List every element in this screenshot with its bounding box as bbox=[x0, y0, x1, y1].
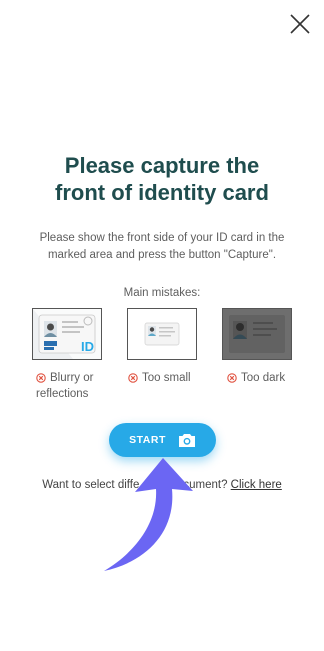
mistake-label-line-2: reflections bbox=[36, 388, 89, 400]
too-small-example-image bbox=[127, 308, 197, 360]
too-dark-example-image bbox=[222, 308, 292, 360]
x-circle-icon bbox=[227, 373, 237, 383]
alternate-document-suffix: cument? bbox=[183, 479, 231, 491]
mistake-too-small: Too small bbox=[128, 371, 191, 386]
camera-icon bbox=[178, 433, 195, 447]
x-circle-icon bbox=[36, 373, 46, 383]
id-card-label: ID bbox=[81, 339, 94, 354]
instructions-line-1: Please show the front side of your ID ca… bbox=[39, 232, 285, 244]
start-button-label: START bbox=[129, 434, 166, 446]
click-here-link[interactable]: Click here bbox=[231, 479, 282, 491]
title-line-1: Please capture the bbox=[64, 153, 260, 178]
close-icon bbox=[290, 14, 310, 34]
alternate-document-prefix: Want to select diffe bbox=[42, 479, 140, 491]
mistake-too-dark: Too dark bbox=[227, 371, 285, 386]
mistake-label: Too dark bbox=[241, 372, 286, 384]
x-circle-icon bbox=[128, 373, 138, 383]
close-button[interactable] bbox=[288, 12, 312, 36]
mistake-label: Blurry or bbox=[50, 372, 94, 384]
mistake-blurry: Blurry or reflections bbox=[36, 371, 93, 402]
alternate-document-row: Want to select diffe cument? Click here bbox=[0, 479, 324, 491]
instructions-text: Please show the front side of your ID ca… bbox=[20, 230, 304, 264]
mistakes-label: Main mistakes: bbox=[123, 287, 201, 299]
mistake-label: Too small bbox=[142, 372, 191, 384]
blurry-example-image: ID bbox=[32, 308, 102, 360]
instructions-line-2: marked area and press the button "Captur… bbox=[47, 249, 277, 261]
title-line-2: front of identity card bbox=[55, 180, 269, 205]
page-title: Please capture the front of identity car… bbox=[0, 152, 324, 206]
start-button[interactable]: START bbox=[109, 423, 216, 457]
